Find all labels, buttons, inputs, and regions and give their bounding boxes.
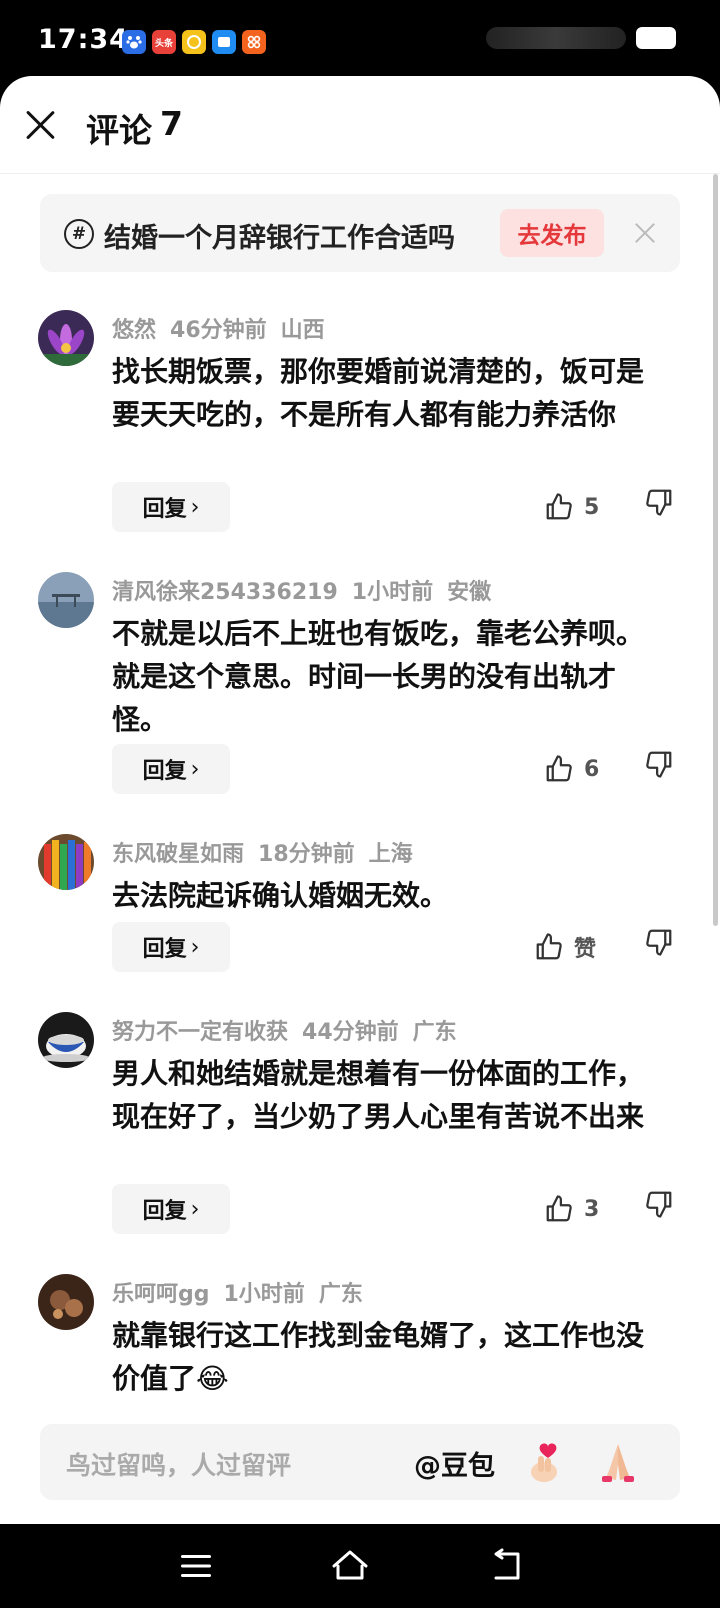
thumbs-up-icon [546,493,572,520]
timestamp: 44分钟前 [302,1020,399,1045]
thumbs-down-icon [646,1191,672,1218]
location: 安徽 [447,580,492,605]
comment-meta: 清风徐来254336219 1小时前 安徽 [112,574,505,606]
reply-button[interactable]: 回复 › [112,1184,230,1234]
reply-button[interactable]: 回复 › [112,744,230,794]
dislike-button[interactable] [644,927,676,967]
yellow-app-icon [182,30,206,54]
menu-icon[interactable] [176,1546,216,1586]
location: 广东 [412,1020,457,1045]
orange-app-icon [242,30,266,54]
like-button[interactable]: 3 [544,1189,610,1229]
page-title: 评论 7 [86,104,183,150]
like-button[interactable]: 赞 [534,927,600,967]
like-count: 3 [584,1196,600,1222]
dislike-button[interactable] [644,749,676,789]
like-count: 6 [584,756,600,782]
thumbs-down-icon [646,489,672,516]
avatar[interactable] [38,834,94,890]
status-app-icons: 头条 [122,30,266,54]
location: 山西 [280,318,325,343]
blurred-status-icons [486,27,626,49]
username[interactable]: 努力不一定有收获 [112,1020,288,1045]
comment-sheet: 评论 7 # 结婚一个月辞银行工作合适吗 去发布 悠然 46分钟前 山西 找长期饭票… [0,76,720,1524]
input-placeholder: 鸟过留鸣，人过留评 [66,1451,292,1480]
chevron-right-icon: › [190,756,200,782]
battery-icon [636,27,676,49]
status-indicators [486,27,676,49]
topic-banner[interactable]: # 结婚一个月辞银行工作合适吗 去发布 [40,194,680,272]
comment-text: 不就是以后不上班也有饭吃，靠老公养呗。就是这个意思。时间一长男的没有出轨才怪。 [112,617,645,736]
like-count: 赞 [574,937,597,962]
reply-button[interactable]: 回复 › [112,922,230,972]
chevron-right-icon: › [190,1196,200,1222]
reply-button[interactable]: 回复 › [112,482,230,532]
timestamp: 18分钟前 [258,842,355,867]
avatar[interactable] [38,572,94,628]
comment-text: 找长期饭票，那你要婚前说清楚的，饭可是要天天吃的，不是所有人都有能力养活你 [112,355,645,431]
hashtag-icon: # [64,219,94,249]
scrollbar[interactable] [713,174,718,926]
timestamp: 1小时前 [223,1282,305,1307]
avatar[interactable] [38,310,94,366]
comment-input[interactable]: 鸟过留鸣，人过留评 @豆包 [40,1424,680,1500]
like-count: 5 [584,494,600,520]
status-bar: 17:34 头条 [0,0,720,80]
navigation-bar [0,1524,720,1608]
sheet-header: 评论 7 [0,76,720,174]
comment-meta: 东风破星如雨 18分钟前 上海 [112,836,427,868]
dislike-button[interactable] [644,1189,676,1229]
like-button[interactable]: 6 [544,749,610,789]
comment-meta: 乐呵呵gg 1小时前 广东 [112,1276,377,1308]
timestamp: 1小时前 [351,580,434,605]
baidu-icon [122,30,146,54]
status-time: 17:34 [38,24,129,55]
comment-item: 乐呵呵gg 1小时前 广东 就靠银行这工作找到金龟婿了，这工作也没价值了😂 [0,1274,720,1408]
thumbs-down-icon [646,929,672,956]
username[interactable]: 东风破星如雨 [112,842,244,867]
mention-doubao-button[interactable]: @豆包 [414,1444,495,1483]
username[interactable]: 乐呵呵gg [112,1282,210,1307]
blue-app-icon [212,30,236,54]
avatar[interactable] [38,1012,94,1068]
username[interactable]: 清风徐来254336219 [112,580,338,605]
thumbs-up-icon [546,755,572,782]
comment-meta: 努力不一定有收获 44分钟前 广东 [112,1014,471,1046]
thumbs-down-icon [646,751,672,778]
home-icon[interactable] [330,1546,370,1586]
location: 广东 [318,1282,363,1307]
timestamp: 46分钟前 [170,318,267,343]
location: 上海 [368,842,413,867]
publish-button[interactable]: 去发布 [500,209,604,257]
like-button[interactable]: 5 [544,487,610,527]
thumbs-up-icon [546,1195,572,1222]
praying-hands-emoji-button[interactable] [594,1438,642,1486]
comment-meta: 悠然 46分钟前 山西 [112,312,339,344]
dislike-button[interactable] [644,487,676,527]
toutiao-icon: 头条 [152,30,176,54]
thumbs-up-icon [536,933,562,960]
comment-text: 去法院起诉确认婚姻无效。 [112,879,449,912]
comment-text: 就靠银行这工作找到金龟婿了，这工作也没价值了😂 [112,1319,645,1395]
close-icon[interactable] [22,106,58,142]
chevron-right-icon: › [190,494,200,520]
username[interactable]: 悠然 [112,318,156,343]
comment-text: 男人和她结婚就是想着有一份体面的工作，现在好了，当少奶了男人心里有苦说不出来 [112,1057,645,1133]
comment-count: 7 [160,104,183,143]
close-icon[interactable] [632,220,658,246]
back-icon[interactable] [486,1546,526,1586]
topic-text: 结婚一个月辞银行工作合适吗 [104,223,455,254]
finger-heart-emoji-button[interactable] [520,1438,568,1486]
chevron-right-icon: › [190,934,200,960]
avatar[interactable] [38,1274,94,1330]
